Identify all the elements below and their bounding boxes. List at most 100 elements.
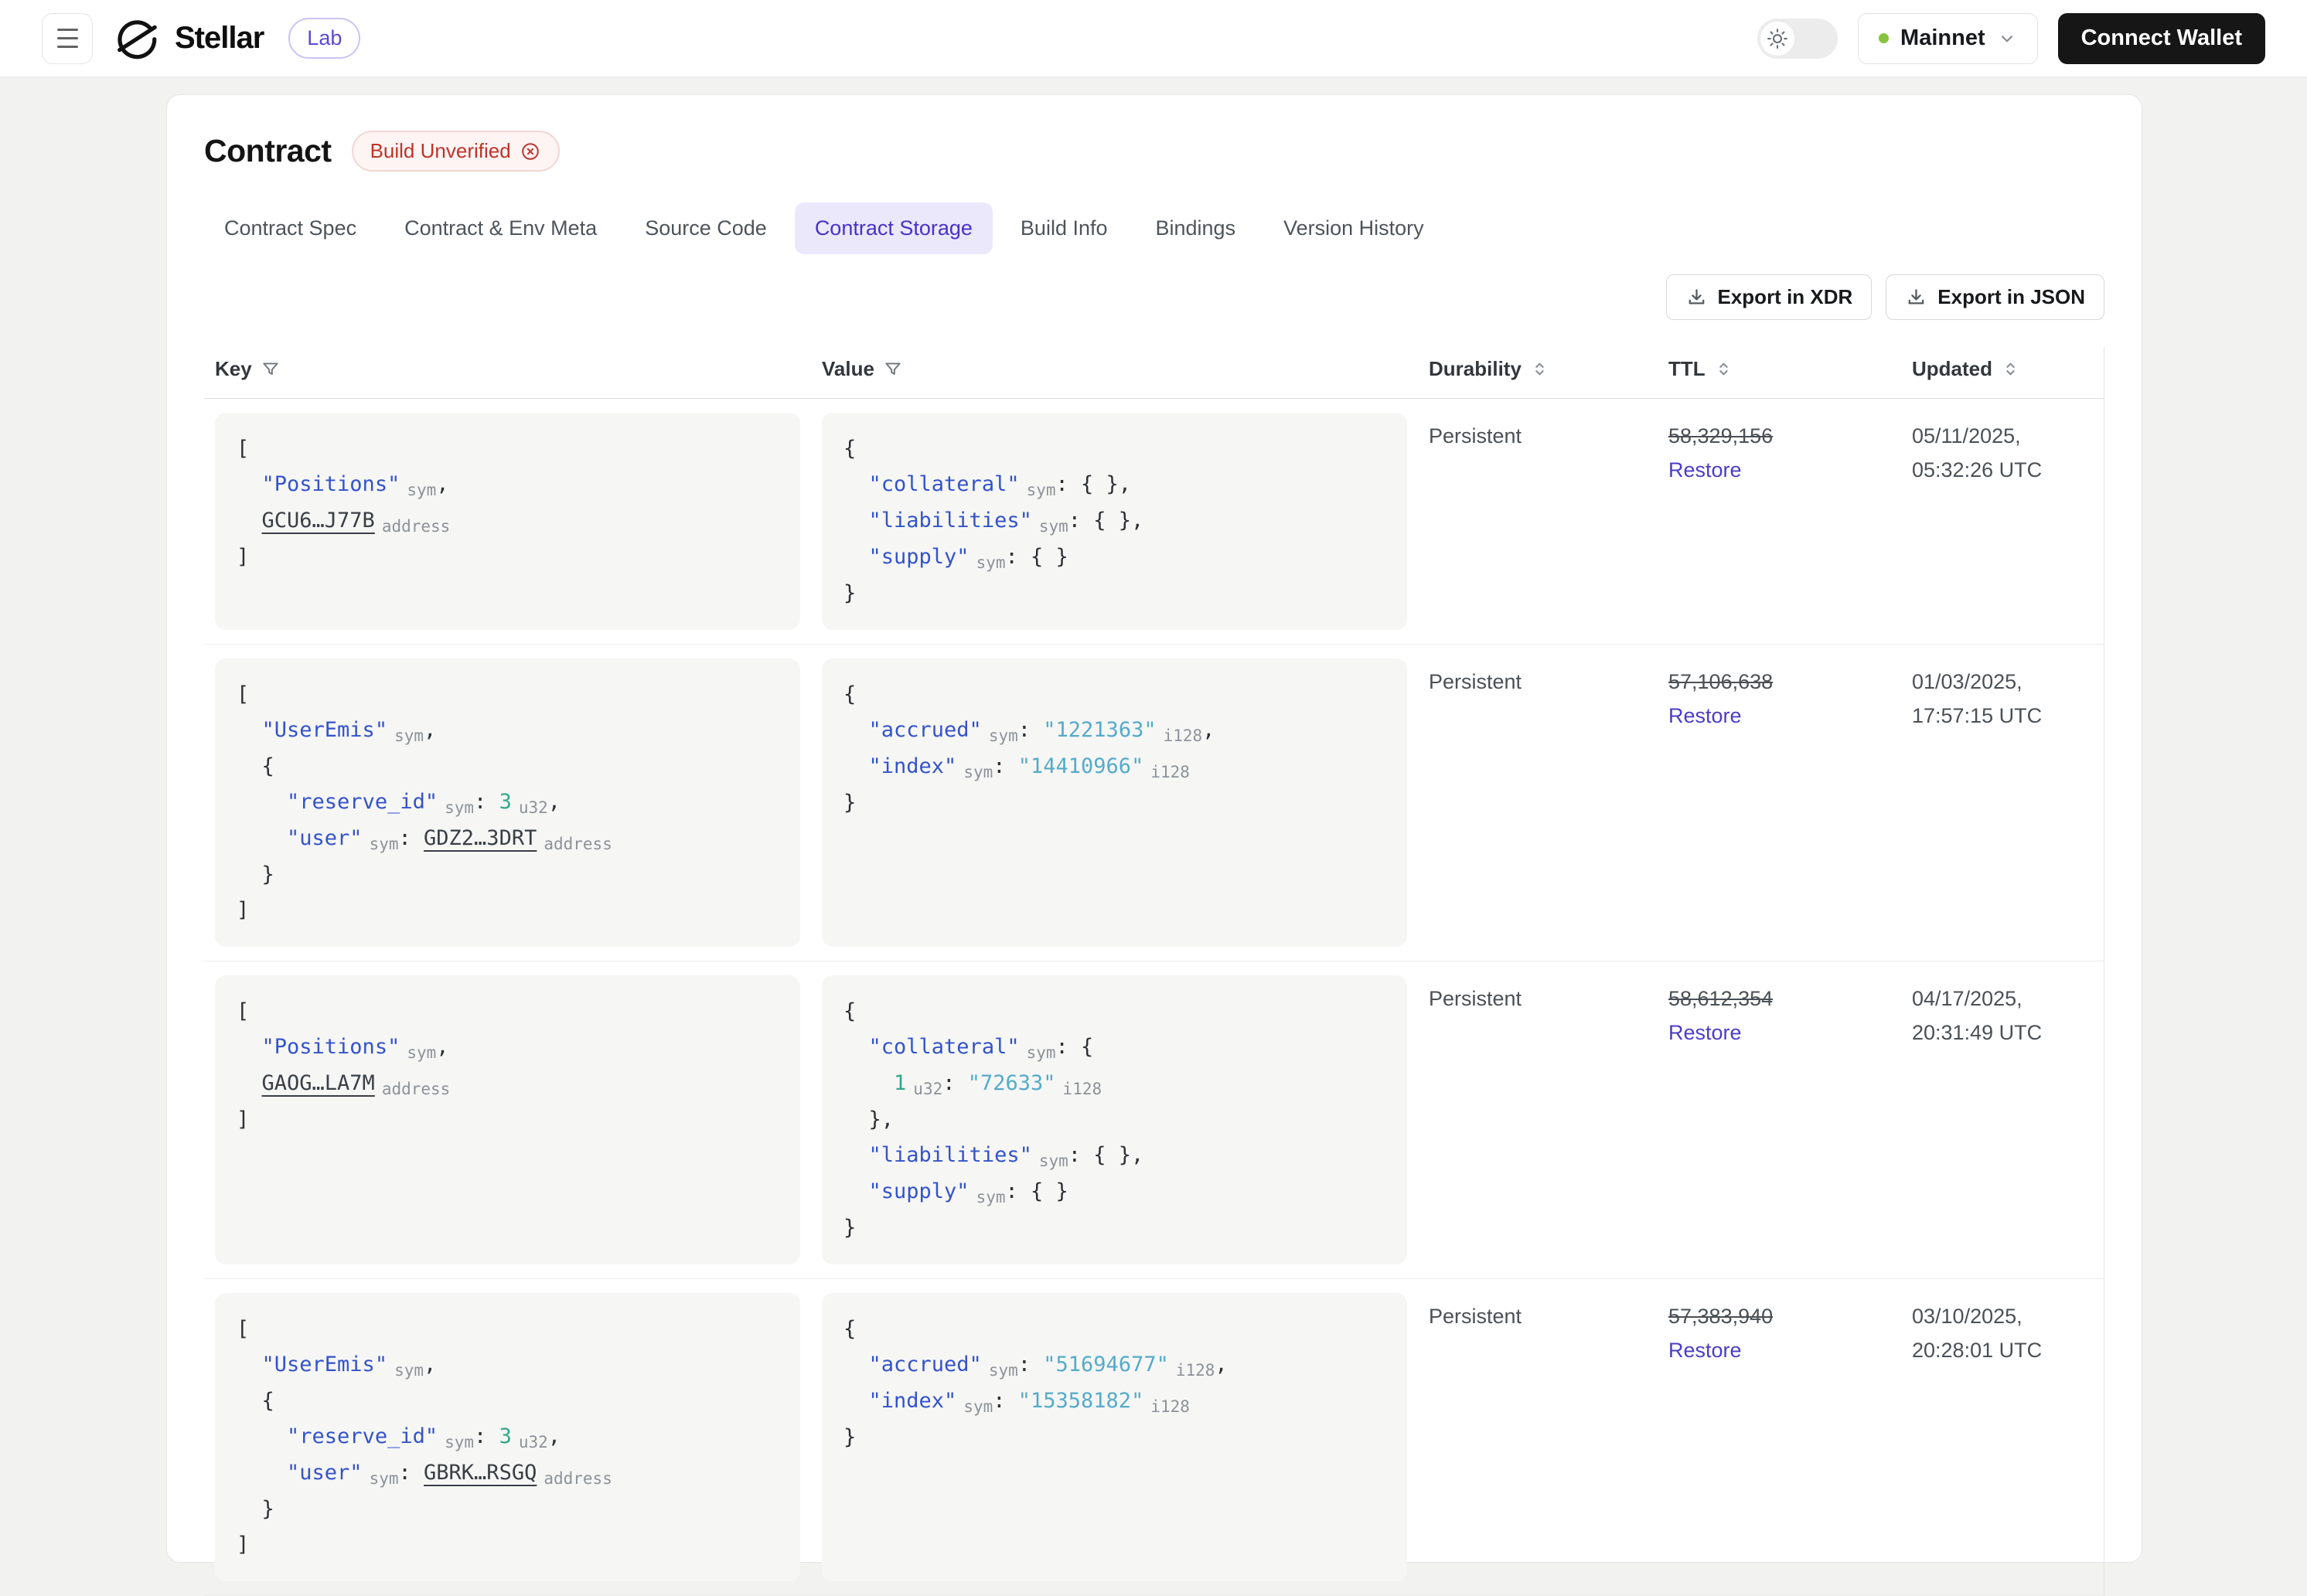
updated-date: 05/11/2025, (1912, 424, 2021, 447)
updated-cell: 05/11/2025, 05:32:26 UTC (1901, 399, 2106, 644)
code-key: "Positions" (261, 1035, 400, 1059)
tab-contract-storage[interactable]: Contract Storage (794, 202, 993, 254)
table-row: [ "UserEmis" sym, { "reserve_id" sym: 3 u32… (204, 1279, 2104, 1596)
code-punct (843, 718, 869, 742)
ttl-cell: 58,329,156 Restore (1658, 399, 1901, 644)
code-punct (843, 472, 869, 496)
page-title: Contract (204, 133, 332, 168)
code-punct (843, 1035, 869, 1059)
network-select[interactable]: Mainnet (1858, 12, 2038, 64)
tab-build-info[interactable]: Build Info (1000, 202, 1128, 254)
updated-date: 03/10/2025, (1912, 1305, 2022, 1328)
tab-source-code[interactable]: Source Code (625, 202, 787, 254)
export-in-xdr-button[interactable]: Export in XDR (1665, 274, 1873, 320)
key-cell: [ "UserEmis" sym, { "reserve_id" sym: 3 u32… (204, 645, 811, 961)
updated-time: 20:31:49 UTC (1912, 1021, 2043, 1044)
column-header-key[interactable]: Key (204, 346, 811, 398)
value-code-block: { "accrued" sym: "51694677" i128, "index" s… (822, 1293, 1407, 1581)
code-punct: { (237, 754, 274, 778)
ttl-value: 58,329,156 (1668, 424, 1774, 447)
code-key: "accrued" (868, 718, 982, 742)
updated-time: 17:57:15 UTC (1912, 704, 2043, 727)
sort-icon[interactable] (1530, 359, 1549, 379)
code-key: "liabilities" (868, 509, 1032, 533)
tab-version-history[interactable]: Version History (1263, 202, 1444, 254)
tab-contract-env-meta[interactable]: Contract & Env Meta (384, 202, 617, 254)
theme-toggle[interactable] (1757, 18, 1838, 59)
tab-contract-spec[interactable]: Contract Spec (204, 202, 377, 254)
network-label: Mainnet (1900, 26, 1985, 50)
code-punct: : { }, (1055, 472, 1132, 496)
build-status-badge: Build Unverified (351, 131, 560, 172)
code-label: sym (369, 835, 399, 853)
ttl-value: 57,383,940 (1668, 1305, 1774, 1328)
restore-link[interactable]: Restore (1668, 453, 1890, 487)
code-punct (843, 509, 869, 533)
code-line: [ (237, 677, 779, 713)
column-header-durability[interactable]: Durability (1418, 346, 1658, 398)
sort-icon[interactable] (1714, 359, 1733, 379)
code-punct: : { (1055, 1035, 1094, 1059)
code-line: "accrued" sym: "51694677" i128, (843, 1347, 1385, 1383)
restore-link[interactable]: Restore (1668, 1016, 1890, 1050)
code-label: sym (1026, 481, 1056, 499)
column-header-value[interactable]: Value (811, 346, 1418, 398)
tab-bindings[interactable]: Bindings (1136, 202, 1256, 254)
address-link[interactable]: GBRK…RSGQ (424, 1461, 537, 1485)
code-string: "51694677" (1043, 1353, 1169, 1377)
code-key: "collateral" (868, 472, 1020, 496)
code-punct (843, 1179, 869, 1203)
code-number: 3 (499, 790, 512, 814)
build-status-label: Build Unverified (370, 139, 511, 162)
export-buttons: Export in XDR Export in JSON (204, 274, 2104, 320)
address-link[interactable]: GCU6…J77B (262, 509, 375, 533)
column-header-updated[interactable]: Updated (1901, 346, 2106, 398)
code-punct: : (942, 1071, 968, 1095)
code-line: "liabilities" sym: { }, (843, 1138, 1385, 1174)
address-link[interactable]: GDZ2…3DRT (424, 826, 537, 850)
sort-icon[interactable] (2001, 359, 2020, 379)
code-punct: ] (237, 1108, 250, 1131)
code-key: "UserEmis" (261, 718, 388, 742)
download-icon (1685, 286, 1708, 308)
updated-time: 20:28:01 UTC (1912, 1339, 2043, 1362)
code-punct: , (1215, 1353, 1228, 1377)
code-punct: : { }, (1068, 509, 1144, 533)
export-in-json-button[interactable]: Export in JSON (1886, 274, 2104, 320)
code-line: "reserve_id" sym: 3 u32, (237, 784, 779, 821)
code-line: } (237, 1492, 779, 1527)
code-punct (237, 1461, 287, 1485)
code-punct (843, 1389, 869, 1413)
durability-cell: Persistent (1418, 1279, 1658, 1595)
code-punct: [ (237, 682, 250, 706)
table-header-row: Key Value Durability TTL Updated (204, 346, 2104, 399)
column-header-ttl[interactable]: TTL (1658, 346, 1901, 398)
code-line: { (843, 677, 1385, 713)
code-punct: , (1202, 718, 1215, 742)
code-label: i128 (1150, 763, 1190, 781)
code-punct: : (993, 754, 1018, 778)
address-link[interactable]: GAOG…LA7M (262, 1071, 375, 1095)
code-line: "accrued" sym: "1221363" i128, (843, 713, 1385, 749)
code-label: sym (963, 763, 993, 781)
brand-wordmark: Stellar (175, 21, 264, 55)
code-line: 1 u32: "72633" i128 (843, 1066, 1385, 1102)
code-label: i128 (1175, 1361, 1215, 1380)
filter-icon[interactable] (883, 359, 903, 379)
code-label: sym (407, 1043, 437, 1062)
code-label: sym (963, 1397, 993, 1416)
code-line: ] (237, 539, 779, 575)
code-punct: ] (237, 1533, 250, 1557)
code-label: sym (1038, 1152, 1068, 1170)
code-punct: { (843, 999, 857, 1023)
connect-wallet-button[interactable]: Connect Wallet (2057, 12, 2265, 64)
code-key: "index" (868, 1389, 957, 1413)
code-number: 1 (894, 1071, 907, 1095)
brand[interactable]: Stellar Lab (113, 15, 361, 63)
restore-link[interactable]: Restore (1668, 1333, 1890, 1367)
menu-button[interactable] (42, 12, 93, 64)
filter-icon[interactable] (261, 359, 281, 379)
code-label: sym (445, 798, 475, 817)
ttl-value: 57,106,638 (1668, 670, 1774, 693)
restore-link[interactable]: Restore (1668, 699, 1890, 733)
